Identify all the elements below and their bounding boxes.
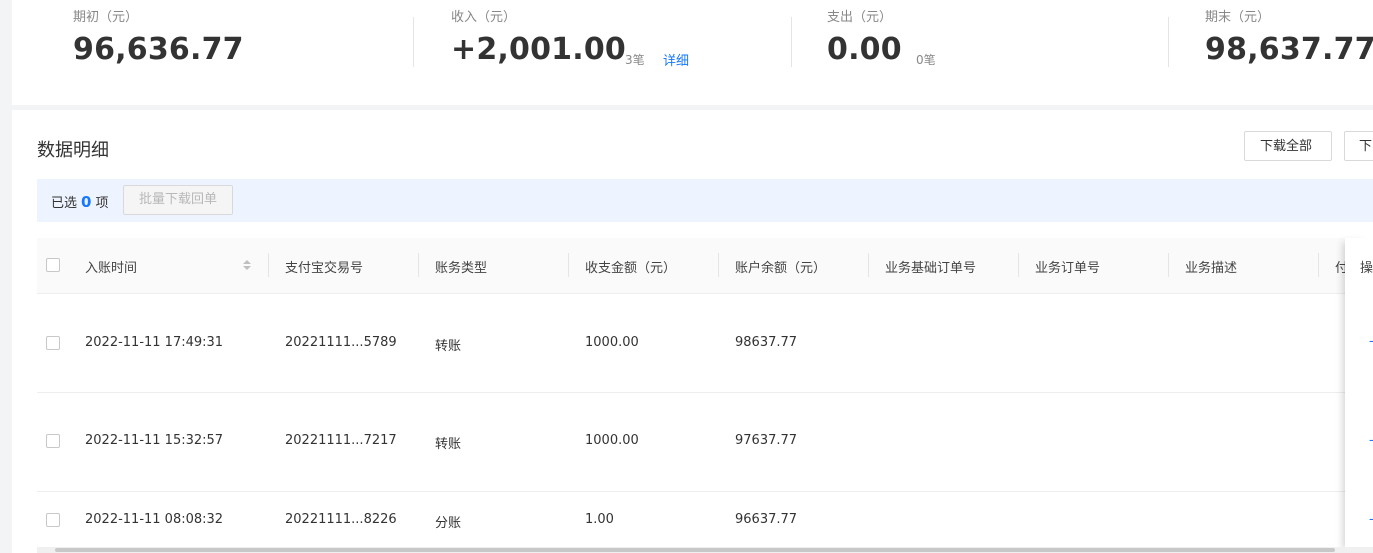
selection-bar: 已选 0 项 批量下载回单: [37, 179, 1373, 222]
row-action-link[interactable]: -: [1369, 512, 1373, 527]
cell-type: 分账: [435, 516, 462, 531]
income-value: +2,001.00: [451, 32, 626, 67]
row-action-link[interactable]: -: [1369, 433, 1373, 448]
column-divider: [418, 253, 419, 277]
fixed-actions-column: 操 - - -: [1345, 238, 1373, 553]
column-divider: [1318, 253, 1319, 277]
selection-suffix: 项: [95, 196, 109, 211]
cell-balance: 98637.77: [735, 335, 798, 350]
cell-trade-no: 20221111...7217: [285, 433, 397, 448]
column-header: 业务订单号: [1035, 261, 1101, 276]
cell-type: 转账: [435, 339, 462, 354]
sort-icon[interactable]: [242, 257, 252, 273]
income-detail-link[interactable]: 详细: [663, 50, 689, 69]
income-count: 3笔: [625, 53, 645, 67]
cell-time: 2022-11-11 15:32:57: [85, 433, 224, 448]
download-all-button[interactable]: 下载全部: [1244, 131, 1332, 161]
column-header: 业务描述: [1185, 261, 1238, 276]
column-header: 账务类型: [435, 261, 488, 276]
cell-amount: 1000.00: [585, 335, 639, 350]
detail-panel: 数据明细 下载全部 下 已选 0 项 批量下载回单 入账时间 支付宝交易号 账务类型…: [12, 110, 1373, 553]
column-header: 业务基础订单号: [885, 261, 977, 276]
column-divider: [718, 253, 719, 277]
column-header: 支付宝交易号: [285, 261, 364, 276]
select-all-checkbox[interactable]: [46, 258, 60, 272]
cell-trade-no: 20221111...5789: [285, 335, 397, 350]
opening-label: 期初（元）: [73, 10, 139, 25]
column-header: 账户余额（元）: [735, 261, 827, 276]
scrollbar-thumb[interactable]: [55, 548, 1335, 552]
divider: [1168, 17, 1169, 67]
closing-label: 期末（元）: [1205, 10, 1271, 25]
cell-balance: 96637.77: [735, 512, 798, 527]
column-divider: [1168, 253, 1169, 277]
income-label: 收入（元）: [451, 10, 517, 25]
column-header: 收支金额（元）: [585, 261, 677, 276]
download-button[interactable]: 下: [1344, 131, 1373, 161]
cell-type: 转账: [435, 437, 462, 452]
cell-trade-no: 20221111...8226: [285, 512, 397, 527]
divider: [791, 17, 792, 67]
column-divider: [1018, 253, 1019, 277]
selection-count: 0: [81, 193, 92, 211]
table-row: 2022-11-11 17:49:31 20221111...5789 转账 1…: [37, 294, 1373, 393]
row-action-link[interactable]: -: [1369, 334, 1373, 349]
divider: [413, 17, 414, 67]
table-header: 入账时间 支付宝交易号 账务类型 收支金额（元） 账户余额（元） 业务基础订单号…: [37, 238, 1373, 294]
cell-time: 2022-11-11 08:08:32: [85, 512, 224, 527]
horizontal-scrollbar[interactable]: [37, 547, 1373, 553]
selection-text: 已选 0 项: [51, 192, 108, 211]
column-divider: [268, 253, 269, 277]
opening-value: 96,636.77: [73, 32, 244, 67]
actions-column-header: 操: [1360, 261, 1373, 276]
expense-label: 支出（元）: [827, 10, 893, 25]
cell-amount: 1.00: [585, 512, 614, 527]
row-checkbox[interactable]: [46, 336, 60, 350]
cell-time: 2022-11-11 17:49:31: [85, 335, 224, 350]
closing-value: 98,637.77: [1205, 32, 1373, 67]
section-title: 数据明细: [37, 140, 109, 161]
column-header[interactable]: 入账时间: [85, 257, 137, 276]
expense-value: 0.00: [827, 32, 902, 67]
table-row: 2022-11-11 15:32:57 20221111...7217 转账 1…: [37, 393, 1373, 492]
cell-balance: 97637.77: [735, 433, 798, 448]
batch-download-button[interactable]: 批量下载回单: [123, 185, 234, 215]
expense-count: 0笔: [916, 53, 936, 67]
table-row: 2022-11-11 08:08:32 20221111...8226 分账 1…: [37, 492, 1373, 547]
row-checkbox[interactable]: [46, 434, 60, 448]
row-checkbox[interactable]: [46, 513, 60, 527]
column-divider: [868, 253, 869, 277]
summary-panel: 期初（元） 96,636.77 收入（元） +2,001.00 3笔 详细 支出…: [12, 0, 1373, 105]
cell-amount: 1000.00: [585, 433, 639, 448]
column-divider: [568, 253, 569, 277]
selection-prefix: 已选: [51, 196, 78, 211]
